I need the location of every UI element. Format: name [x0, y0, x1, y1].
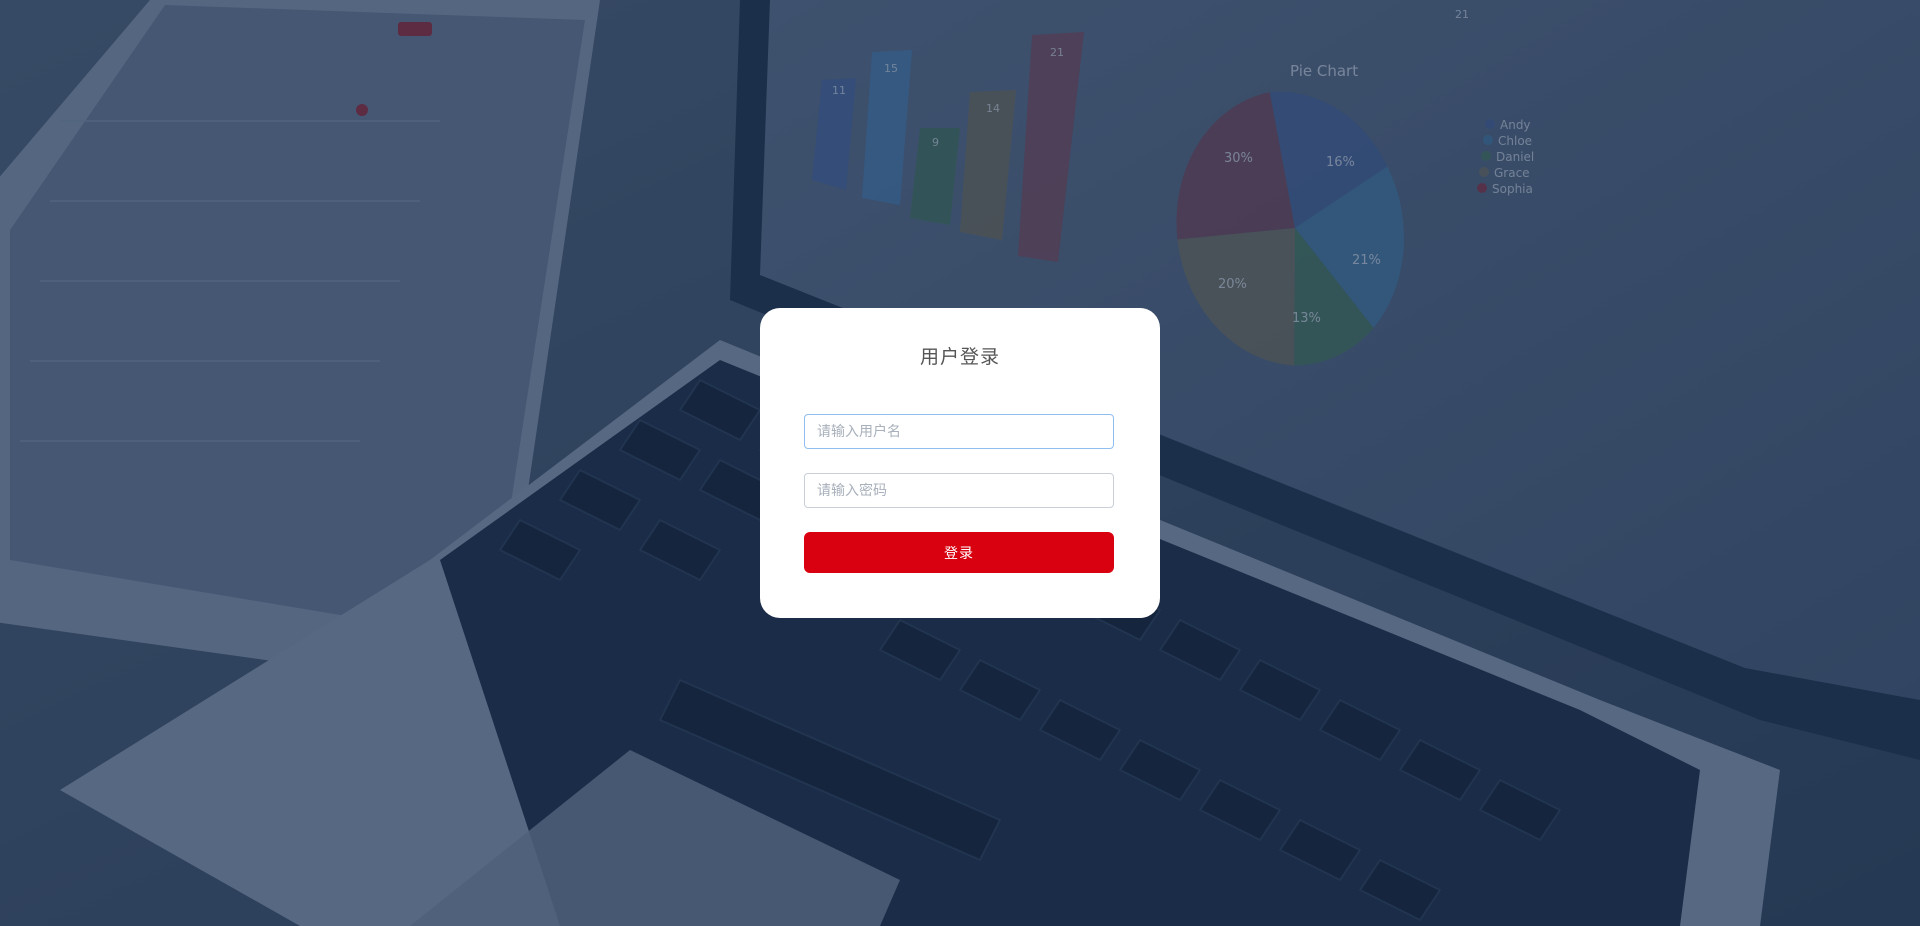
svg-text:Chloe: Chloe: [1498, 134, 1532, 148]
svg-text:Andy: Andy: [1500, 118, 1531, 132]
svg-text:Sophia: Sophia: [1492, 182, 1533, 196]
svg-text:21: 21: [1050, 46, 1064, 59]
username-input[interactable]: [804, 414, 1114, 449]
svg-text:9: 9: [932, 136, 939, 149]
login-card: 用户登录 登录: [760, 308, 1160, 618]
svg-text:13%: 13%: [1292, 311, 1321, 326]
svg-text:16%: 16%: [1326, 155, 1355, 170]
svg-text:21: 21: [1455, 8, 1469, 21]
login-title: 用户登录: [919, 346, 1000, 368]
svg-text:14: 14: [986, 102, 1000, 115]
password-input[interactable]: [804, 473, 1114, 508]
svg-text:30%: 30%: [1224, 151, 1253, 166]
svg-text:Pie Chart: Pie Chart: [1290, 62, 1358, 80]
login-button[interactable]: 登录: [804, 532, 1114, 573]
svg-text:11: 11: [832, 84, 846, 97]
svg-text:Grace: Grace: [1494, 166, 1530, 180]
svg-text:21%: 21%: [1352, 253, 1381, 268]
svg-text:Daniel: Daniel: [1496, 150, 1534, 164]
login-page: 11 15 9 14 21 21 30% 16% 21% 13% 20% Pie…: [0, 0, 1920, 926]
svg-text:15: 15: [884, 62, 898, 75]
svg-text:20%: 20%: [1218, 277, 1247, 292]
